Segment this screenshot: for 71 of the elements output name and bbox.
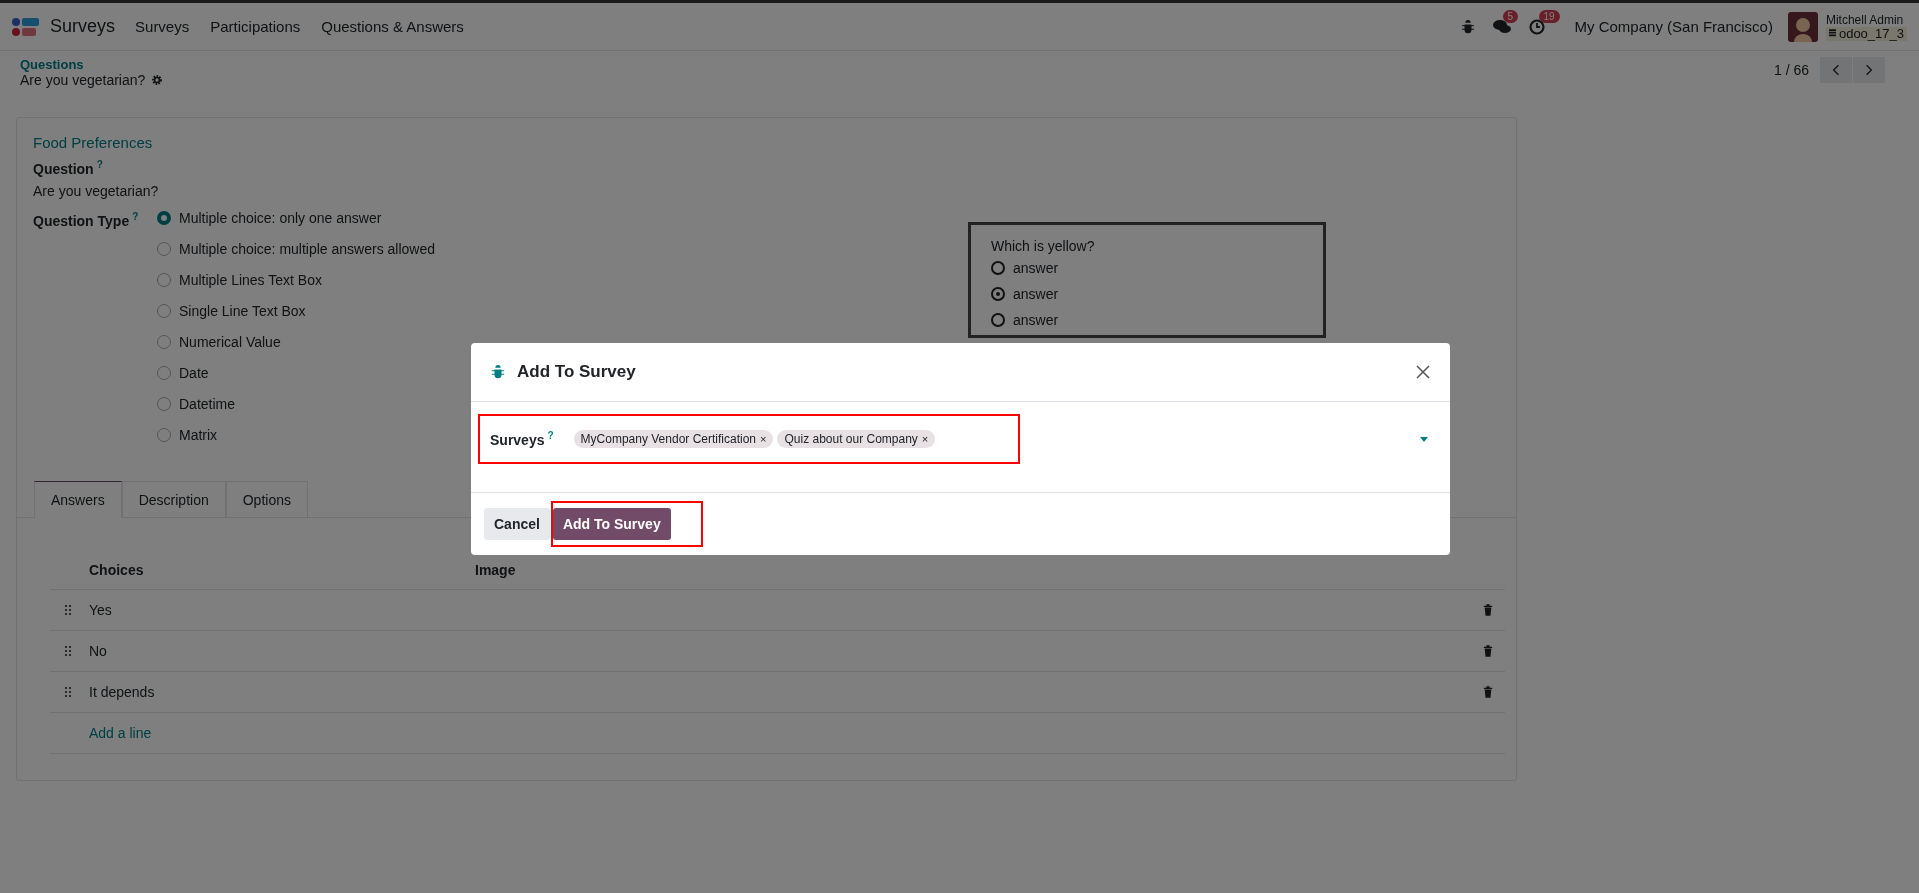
help-tooltip[interactable]: ? — [547, 430, 554, 442]
tag-label: MyCompany Vendor Certification — [580, 432, 756, 446]
delete-icon[interactable] — [1483, 685, 1493, 698]
column-header: Choices — [89, 562, 145, 579]
chevron-right-icon — [1865, 64, 1873, 76]
drag-handle-icon[interactable] — [65, 686, 71, 697]
section-title: Food Preferences — [33, 134, 154, 151]
message-count-badge: 5 — [1502, 9, 1519, 23]
clock-icon[interactable] — [1528, 18, 1545, 35]
radio-label[interactable]: Numerical Value — [179, 334, 281, 351]
radio-label[interactable]: Date — [179, 365, 209, 382]
dialog-button[interactable]: Add To Survey — [552, 508, 671, 540]
menu-item[interactable]: Participations — [210, 18, 301, 35]
record-title: Are you vegetarian? — [20, 72, 146, 88]
company-switcher[interactable]: My Company (San Francisco) — [1574, 18, 1773, 35]
table-cell-text: Yes — [89, 601, 113, 618]
settings-icon[interactable] — [151, 74, 164, 86]
chevron-left-icon — [1832, 64, 1840, 76]
dialog-title: Add To Survey — [517, 362, 637, 382]
help-tooltip[interactable]: ? — [96, 159, 103, 170]
previous-button[interactable] — [1820, 57, 1852, 83]
column-header: Image — [475, 562, 516, 579]
tab[interactable]: Description — [121, 480, 226, 518]
dropdown-caret-icon[interactable] — [1420, 436, 1428, 442]
database-name: odoo_17_3 — [1825, 26, 1907, 41]
table-cell-text: No — [89, 642, 108, 659]
user-name[interactable]: Mitchell Admin — [1825, 12, 1907, 27]
delete-icon[interactable] — [1483, 644, 1493, 657]
chat-icon[interactable] — [1492, 18, 1511, 35]
radio-label[interactable]: Multiple choice: multiple answers allowed — [179, 241, 435, 258]
drag-handle-icon[interactable] — [65, 645, 71, 656]
preview-answer: answer — [1013, 285, 1059, 303]
remove-tag-button[interactable]: × — [760, 433, 767, 445]
radio-button[interactable] — [157, 211, 171, 226]
avatar-icon[interactable] — [1787, 11, 1818, 42]
dialog-button[interactable]: Cancel — [484, 508, 550, 540]
radio-label[interactable]: Matrix — [179, 427, 218, 444]
app-name[interactable]: Surveys — [50, 16, 116, 37]
radio-label[interactable]: Single Line Text Box — [179, 303, 306, 320]
field-label: Question — [33, 160, 94, 177]
field-label: Surveys — [490, 431, 545, 448]
radio-label[interactable]: Multiple Lines Text Box — [179, 272, 322, 289]
delete-icon[interactable] — [1483, 603, 1493, 616]
tab[interactable]: Answers — [34, 480, 122, 518]
next-button[interactable] — [1853, 57, 1885, 83]
add-line-link[interactable]: Add a line — [89, 724, 152, 741]
field-label: Question Type — [33, 212, 130, 229]
breadcrumb-link[interactable]: Questions — [20, 57, 164, 72]
remove-tag-button[interactable]: × — [921, 433, 929, 445]
tab[interactable]: Options — [225, 480, 308, 518]
help-tooltip[interactable]: ? — [132, 210, 139, 222]
radio-label[interactable]: Multiple choice: only one answer — [179, 210, 382, 227]
app-logo-icon[interactable] — [12, 16, 40, 37]
question-field[interactable]: Are you vegetarian? — [33, 182, 968, 199]
activity-count-badge: 19 — [1538, 9, 1560, 23]
preview-answer: answer — [1013, 311, 1059, 329]
preview-question: Which is yellow? — [991, 237, 1096, 255]
drag-handle-icon[interactable] — [65, 604, 71, 615]
pager-counter: 1 / 66 — [1773, 62, 1809, 78]
tag[interactable]: MyCompany Vendor Certification × — [573, 430, 774, 448]
tag-label: Quiz about our Company — [784, 432, 918, 446]
menu-item[interactable]: Questions & Answers — [321, 18, 464, 35]
database-icon — [1828, 29, 1836, 38]
bug-icon — [491, 365, 505, 379]
table-cell-text: It depends — [89, 683, 156, 700]
tag[interactable]: Quiz about our Company × — [777, 430, 936, 448]
close-icon[interactable] — [1416, 365, 1430, 379]
bug-icon[interactable] — [1460, 19, 1475, 34]
radio-label[interactable]: Datetime — [179, 396, 236, 413]
preview-answer: answer — [1013, 259, 1059, 277]
menu-item[interactable]: Surveys — [135, 18, 190, 35]
